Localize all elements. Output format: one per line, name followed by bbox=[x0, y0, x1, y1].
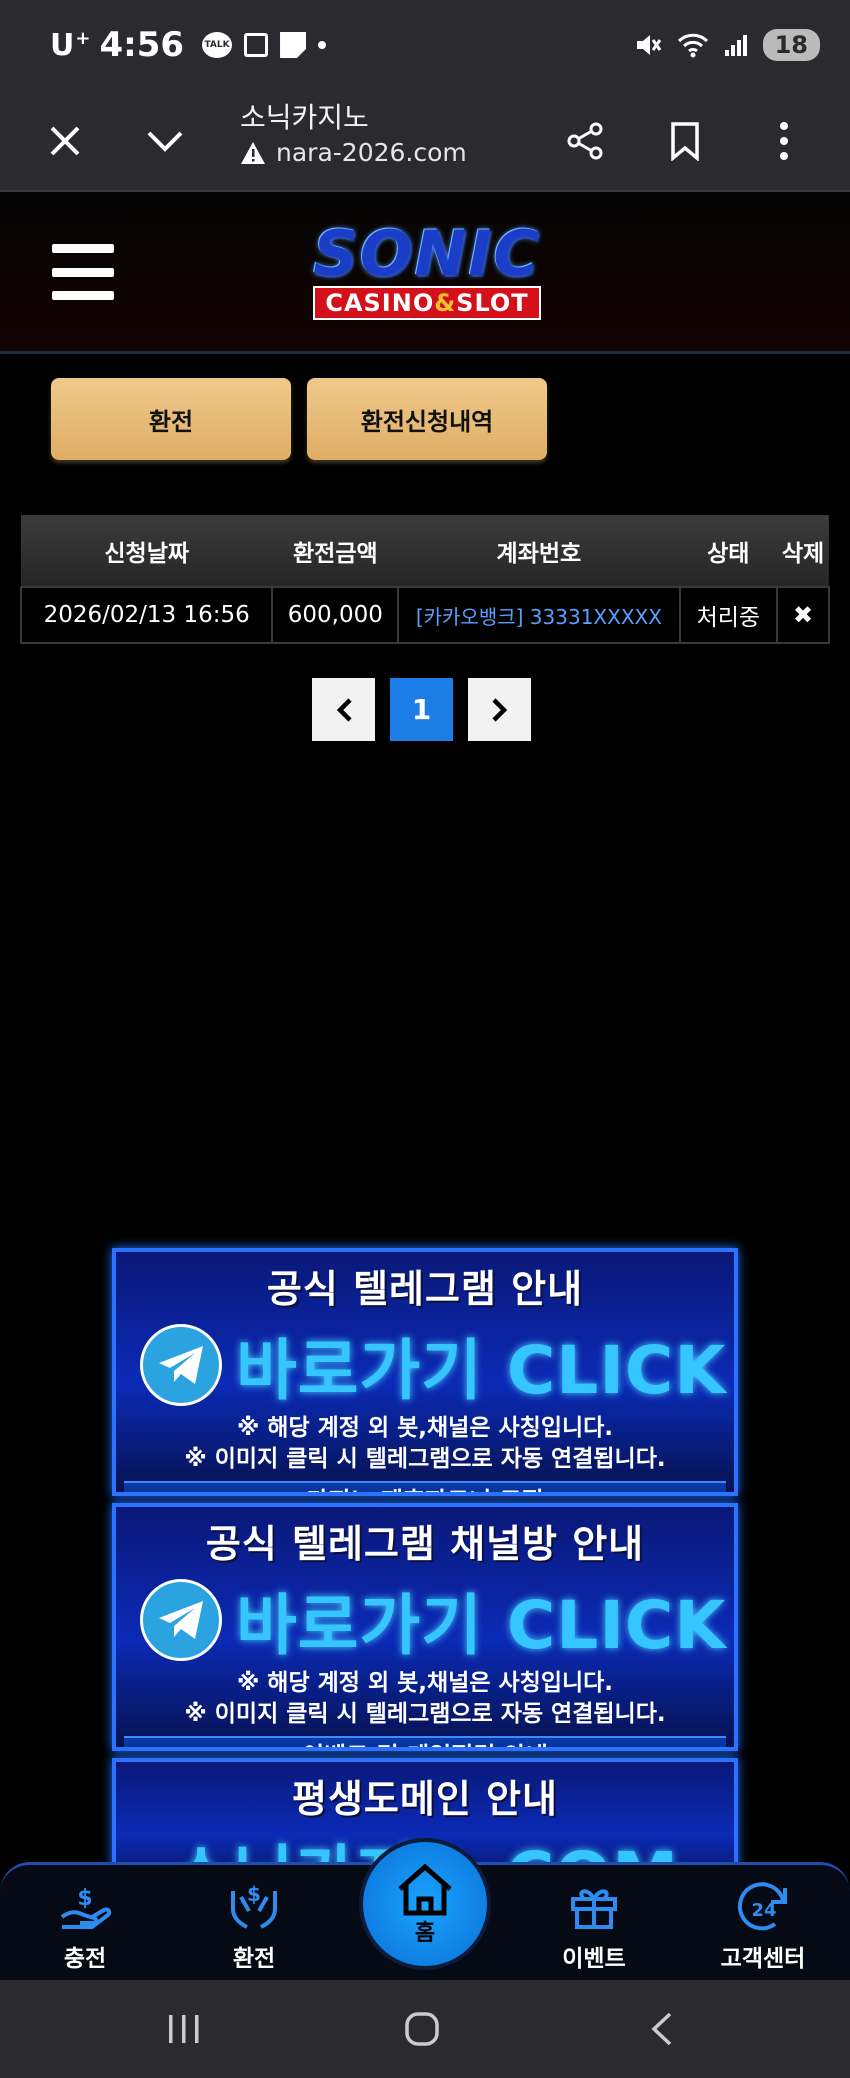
exchange-icon: $ bbox=[189, 1875, 319, 1937]
nav-event[interactable]: 이벤트 bbox=[529, 1875, 659, 1973]
prev-page-button[interactable] bbox=[312, 678, 375, 741]
banner-heading: 평생도메인 안내 bbox=[292, 1777, 558, 1821]
banner-note: ※ 이미지 클릭 시 텔레그램으로 자동 연결됩니다. bbox=[184, 1446, 666, 1472]
svg-text:24: 24 bbox=[751, 1900, 776, 1921]
share-button[interactable] bbox=[560, 116, 610, 166]
url-display[interactable]: nara-2026.com bbox=[240, 138, 467, 167]
site-header: SONIC CASINO&SLOT bbox=[0, 192, 850, 354]
minimize-button[interactable] bbox=[140, 116, 190, 166]
system-nav-bar bbox=[0, 1980, 850, 2078]
banner-note: ※ 이미지 클릭 시 텔레그램으로 자동 연결됩니다. bbox=[184, 1701, 666, 1727]
status-bar: U+ 4:56 TALK 18 bbox=[0, 0, 850, 90]
telegram-banner[interactable]: 공식 텔레그램 안내 바로가기 CLICK ※ 해당 계정 외 봇,채널은 사칭… bbox=[112, 1248, 738, 1496]
nav-label: 고객센터 bbox=[720, 1946, 806, 1972]
table-row: 2026/02/13 16:56 600,000 [카카오뱅크] 33331XX… bbox=[19, 586, 830, 644]
browser-toolbar: 소닉카지노 nara-2026.com bbox=[0, 90, 850, 192]
table-header-row: 신청날짜 환전금액 계좌번호 상태 삭제 bbox=[21, 515, 829, 587]
nav-label: 충전 bbox=[63, 1946, 107, 1972]
page-title: 소닉카지노 bbox=[240, 101, 369, 134]
exchange-history-button[interactable]: 환전신청내역 bbox=[307, 378, 547, 460]
calendar-icon bbox=[244, 33, 269, 57]
logo-subtitle: CASINO&SLOT bbox=[313, 286, 541, 320]
column-header-amount: 환전금액 bbox=[293, 540, 378, 567]
more-options-button[interactable] bbox=[759, 116, 809, 166]
delete-button[interactable]: ✖ bbox=[776, 586, 830, 644]
pagination: 1 bbox=[312, 678, 531, 741]
bookmark-icon bbox=[671, 122, 699, 161]
telegram-icon bbox=[140, 1324, 222, 1406]
chevron-down-icon bbox=[147, 131, 183, 152]
banner-footer: 카지노 제휴파트너 모집 bbox=[124, 1481, 726, 1492]
clock: 4:56 bbox=[99, 25, 185, 65]
menu-bar bbox=[52, 244, 114, 253]
nav-exchange[interactable]: $ 환전 bbox=[189, 1875, 319, 1973]
mute-icon bbox=[636, 35, 661, 55]
site-logo[interactable]: SONIC CASINO&SLOT bbox=[292, 222, 562, 332]
chevron-left-icon bbox=[336, 697, 352, 722]
page-number-button[interactable]: 1 bbox=[390, 678, 453, 741]
nav-label: 환전 bbox=[232, 1946, 276, 1972]
banner-heading: 공식 텔레그램 채널방 안내 bbox=[205, 1522, 645, 1566]
column-header-account: 계좌번호 bbox=[496, 540, 582, 567]
more-vertical-icon bbox=[780, 122, 788, 160]
cell-amount: 600,000 bbox=[271, 586, 400, 644]
telegram-icon bbox=[140, 1579, 222, 1661]
nav-charge[interactable]: $ 충전 bbox=[20, 1875, 150, 1973]
close-tab-button[interactable] bbox=[40, 116, 90, 166]
banner-click-text: 바로가기 CLICK bbox=[236, 1587, 727, 1664]
svg-text:$: $ bbox=[77, 1886, 92, 1911]
note-icon bbox=[280, 32, 307, 58]
chevron-right-icon bbox=[491, 697, 507, 722]
signal-icon bbox=[724, 35, 747, 56]
telegram-channel-banner[interactable]: 공식 텔레그램 채널방 안내 바로가기 CLICK ※ 해당 계정 외 봇,채널… bbox=[112, 1503, 738, 1751]
carrier-label: U+ bbox=[50, 27, 92, 63]
recent-apps-button[interactable] bbox=[154, 2004, 214, 2054]
exchange-button[interactable]: 환전 bbox=[51, 378, 291, 460]
cell-status: 처리중 bbox=[678, 586, 779, 644]
warning-icon bbox=[241, 141, 265, 164]
bookmark-button[interactable] bbox=[660, 116, 710, 166]
column-header-delete: 삭제 bbox=[781, 540, 825, 567]
column-header-status: 상태 bbox=[707, 540, 750, 567]
cell-date: 2026/02/13 16:56 bbox=[19, 586, 274, 644]
home-circle-icon bbox=[405, 2012, 439, 2046]
menu-button[interactable] bbox=[52, 244, 114, 300]
next-page-button[interactable] bbox=[468, 678, 531, 741]
svg-text:$: $ bbox=[247, 1882, 261, 1906]
menu-bar bbox=[52, 291, 114, 300]
nav-label: 이벤트 bbox=[562, 1946, 626, 1972]
notification-dot-icon bbox=[318, 41, 327, 49]
home-system-button[interactable] bbox=[392, 2004, 452, 2054]
banner-footer: 이벤트 및 게임점검 안내 bbox=[124, 1736, 726, 1747]
home-icon bbox=[398, 1863, 452, 1916]
nav-label: 홈 bbox=[414, 1921, 436, 1946]
logo-text: SONIC bbox=[313, 217, 541, 290]
banner-note: ※ 해당 계정 외 봇,채널은 사칭입니다. bbox=[236, 1670, 614, 1696]
column-header-date: 신청날짜 bbox=[104, 540, 190, 567]
menu-bar bbox=[52, 267, 114, 277]
close-icon bbox=[50, 126, 80, 156]
nav-home[interactable]: 홈 bbox=[359, 1838, 491, 1970]
exchange-table: 신청날짜 환전금액 계좌번호 상태 삭제 2026/02/13 16:56 60… bbox=[19, 515, 830, 644]
url-text: nara-2026.com bbox=[276, 138, 467, 167]
nav-support[interactable]: 24 고객센터 bbox=[698, 1875, 828, 1973]
kakaotalk-icon: TALK bbox=[202, 32, 233, 58]
back-button[interactable] bbox=[631, 2004, 691, 2054]
banner-note: ※ 해당 계정 외 봇,채널은 사칭입니다. bbox=[236, 1415, 614, 1441]
cell-account: [카카오뱅크] 33331XXXXX bbox=[397, 586, 681, 644]
wifi-icon bbox=[677, 33, 708, 58]
banner-heading: 공식 텔레그램 안내 bbox=[266, 1267, 584, 1311]
share-icon bbox=[567, 122, 603, 160]
banner-click-text: 바로가기 CLICK bbox=[236, 1332, 727, 1409]
recent-apps-icon bbox=[169, 2015, 199, 2043]
back-icon bbox=[651, 2012, 672, 2046]
support-24h-icon: 24 bbox=[698, 1875, 828, 1937]
battery-indicator: 18 bbox=[762, 29, 820, 61]
gift-icon bbox=[529, 1875, 659, 1937]
deposit-icon: $ bbox=[20, 1875, 150, 1937]
